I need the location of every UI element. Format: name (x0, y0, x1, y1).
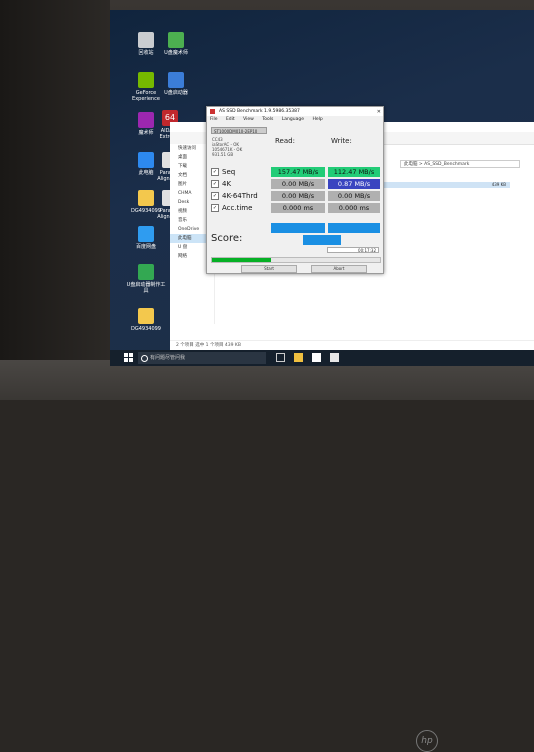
elapsed-time: 00:17:32 (327, 247, 379, 253)
acc-read-value: 0.000 ms (271, 203, 325, 213)
desktop-icon-usb-starter[interactable]: U盘启动器 (156, 72, 196, 96)
app-taskbar-icon[interactable] (330, 353, 339, 362)
window-title: AS SSD Benchmark 1.9.5986.35387 (219, 109, 300, 114)
row-4k64[interactable]: ✓ 4K-64Thrd (211, 191, 258, 201)
usb-maker-icon (138, 264, 154, 280)
score-label: Score: (211, 233, 243, 244)
row-acc[interactable]: ✓ Acc.time (211, 203, 252, 213)
windows-start-icon[interactable] (124, 353, 134, 363)
explorer-address-bar[interactable]: 此电脑 > AS_SSD_Benchmark (400, 160, 520, 168)
menu-language[interactable]: Language (282, 117, 304, 122)
menu-tools[interactable]: Tools (262, 117, 273, 122)
checkbox[interactable]: ✓ (211, 168, 219, 176)
taskbar-search-box[interactable]: 有问题尽管问我 (138, 352, 266, 364)
store-icon[interactable] (312, 353, 321, 362)
menu-edit[interactable]: Edit (226, 117, 235, 122)
4k-write-value: 0.87 MB/s (328, 179, 380, 189)
drive-select[interactable]: ST1000DM010-2EP10 (211, 127, 267, 134)
checkbox[interactable]: ✓ (211, 204, 219, 212)
desktop-icon-usb-tool[interactable]: U盘魔术师 (156, 32, 196, 56)
search-icon (141, 355, 148, 362)
menu-file[interactable]: File (210, 117, 218, 122)
seq-write-value: 112.47 MB/s (328, 167, 380, 177)
write-score (328, 223, 380, 233)
taskbar: 有问题尽管问我 (110, 350, 534, 366)
desktop-icon-baidu-pan[interactable]: 百度网盘 (126, 226, 166, 250)
4k-read-value: 0.00 MB/s (271, 179, 325, 189)
drive-info: CC43 iaStorAC - OK 1054671K - OK 931.51 … (212, 137, 272, 157)
4k64-write-value: 0.00 MB/s (328, 191, 380, 201)
progress-fill (212, 258, 271, 262)
usb-starter-icon (168, 72, 184, 88)
abort-button[interactable]: Abort (311, 265, 367, 273)
menu-view[interactable]: View (243, 117, 254, 122)
desktop-icon-usb-maker[interactable]: U盘启动器制作工具 (126, 264, 166, 294)
read-score (271, 223, 325, 233)
write-header: Write: (331, 137, 352, 145)
start-button[interactable]: Start (241, 265, 297, 273)
file-row[interactable]: 439 KB (370, 182, 510, 188)
row-4k[interactable]: ✓ 4K (211, 179, 231, 189)
laptop-base: hp (0, 360, 534, 752)
usb-tool-icon (168, 32, 184, 48)
geforce-icon (138, 72, 154, 88)
seq-read-value: 157.47 MB/s (271, 167, 325, 177)
drive-info-size: 931.51 GB (212, 152, 234, 157)
app-icon (210, 109, 215, 114)
cloud-icon (138, 226, 154, 242)
recycle-bin-icon (138, 32, 154, 48)
as-ssd-window[interactable]: AS SSD Benchmark 1.9.5986.35387 ✕ File E… (206, 106, 384, 274)
row-seq[interactable]: ✓ Seq (211, 167, 235, 177)
menu-help[interactable]: Help (312, 117, 322, 122)
explorer-status-bar: 2 个项目 选中 1 个项目 439 KB (170, 340, 534, 350)
checkbox[interactable]: ✓ (211, 180, 219, 188)
folder-icon (138, 308, 154, 324)
hp-logo: hp (416, 730, 438, 752)
ssd-title-bar[interactable]: AS SSD Benchmark 1.9.5986.35387 ✕ (207, 107, 383, 116)
total-score (303, 235, 341, 245)
4k64-read-value: 0.00 MB/s (271, 191, 325, 201)
screen: 回收站 U盘魔术师 GeForce Experience U盘启动器 魔术师 6… (110, 10, 534, 366)
bezel-shadow-left (0, 0, 110, 400)
desktop-icon-folder-2[interactable]: DG4934099 (126, 308, 166, 332)
file-explorer-taskbar-icon[interactable] (294, 353, 303, 362)
acc-write-value: 0.000 ms (328, 203, 380, 213)
menu-bar: File Edit View Tools Language Help (207, 116, 383, 124)
read-header: Read: (275, 137, 295, 145)
close-icon[interactable]: ✕ (377, 108, 381, 117)
checkbox[interactable]: ✓ (211, 192, 219, 200)
progress-bar (211, 257, 381, 263)
task-view-icon[interactable] (276, 353, 285, 362)
